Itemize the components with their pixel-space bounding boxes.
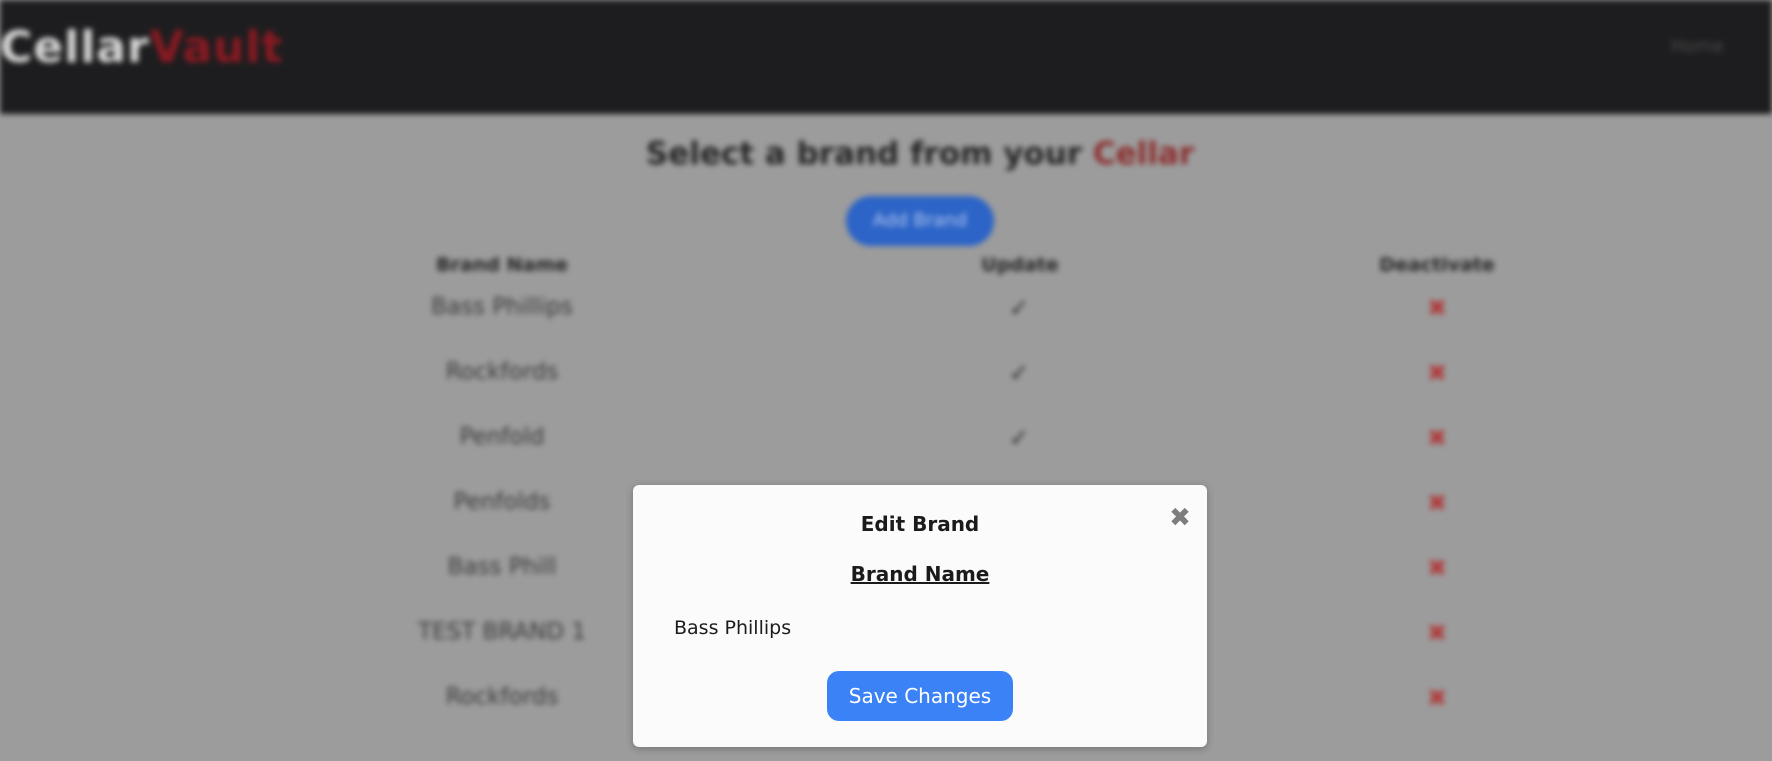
logo-text-primary: Cellar <box>0 22 150 73</box>
add-brand-button[interactable]: Add Brand <box>846 196 994 246</box>
x-circle-icon[interactable]: ✖ <box>1417 424 1457 452</box>
edit-check-icon[interactable]: ✓ <box>999 359 1039 387</box>
edit-brand-modal: Edit Brand ✖ Brand Name Save Changes <box>633 485 1207 747</box>
x-circle-icon[interactable]: ✖ <box>1417 359 1457 387</box>
modal-title: Edit Brand <box>860 512 980 536</box>
page-heading-text: Select a brand from your <box>645 136 1083 172</box>
table-row-brand-name: Penfold <box>459 424 545 450</box>
table-row-brand-name: Bass Phill <box>447 554 557 580</box>
save-changes-button[interactable]: Save Changes <box>827 671 1013 721</box>
table-row-brand-name: Penfolds <box>453 489 551 515</box>
x-circle-icon[interactable]: ✖ <box>1417 489 1457 517</box>
page: CellarVault Home Select a brand from you… <box>0 0 1772 761</box>
column-header-update: Update <box>981 254 1059 276</box>
close-icon[interactable]: ✖ <box>1165 503 1195 533</box>
page-heading: Select a brand from your Cellar <box>0 136 1772 172</box>
page-heading-accent: Cellar <box>1092 136 1195 172</box>
x-circle-icon[interactable]: ✖ <box>1417 294 1457 322</box>
table-row-brand-name: Rockfords <box>445 684 559 710</box>
navbar: CellarVault Home <box>0 0 1772 114</box>
table-row-brand-name: TEST BRAND 1 <box>418 619 586 645</box>
brand-name-label: Brand Name <box>850 562 990 586</box>
edit-check-icon[interactable]: ✓ <box>999 424 1039 452</box>
edit-check-icon[interactable]: ✓ <box>999 294 1039 322</box>
logo[interactable]: CellarVault <box>0 22 283 73</box>
x-circle-icon[interactable]: ✖ <box>1417 684 1457 712</box>
x-circle-icon[interactable]: ✖ <box>1417 554 1457 582</box>
table-row-brand-name: Rockfords <box>445 359 559 385</box>
nav-home-link[interactable]: Home <box>1671 36 1724 57</box>
column-header-brand-name: Brand Name <box>436 254 568 276</box>
brand-name-input[interactable] <box>658 603 1178 653</box>
column-header-deactivate: Deactivate <box>1379 254 1495 276</box>
table-row-brand-name: Bass Phillips <box>431 294 573 320</box>
x-circle-icon[interactable]: ✖ <box>1417 619 1457 647</box>
logo-text-accent: Vault <box>149 22 284 73</box>
